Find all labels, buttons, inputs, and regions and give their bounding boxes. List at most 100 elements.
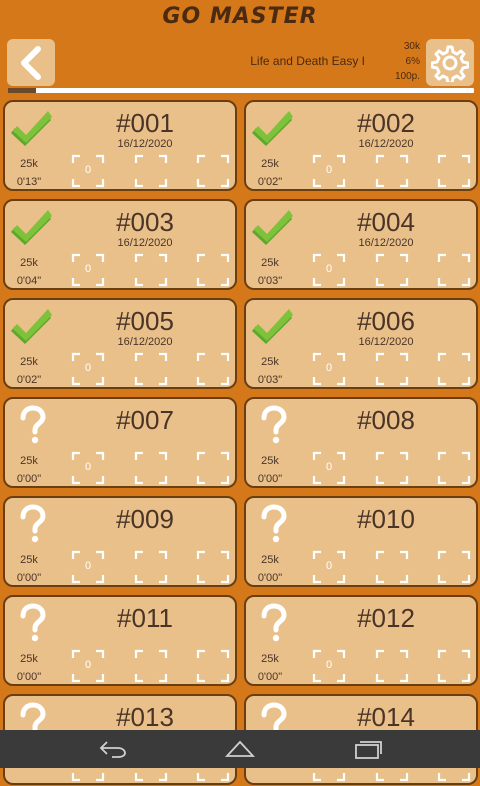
puzzle-card[interactable]: #002 16/12/2020 25k 0'02" 0 [244, 100, 478, 191]
answer-slot: 0 [71, 253, 105, 287]
slot-frame-icon [134, 649, 168, 683]
settings-button[interactable] [426, 39, 474, 86]
puzzle-rank: 25k [20, 455, 38, 467]
stat-rank: 30k [403, 41, 420, 52]
answer-slot [196, 352, 230, 386]
puzzle-rank: 25k [261, 356, 279, 368]
answer-slot: 0 [312, 649, 346, 683]
checkmark-icon [11, 207, 53, 247]
answer-slot [375, 253, 409, 287]
answer-slot [375, 154, 409, 188]
answer-slot: 0 [312, 451, 346, 485]
solve-time: 0'00" [16, 473, 42, 485]
slot-frame-icon [134, 154, 168, 188]
puzzle-number: #001 [116, 108, 174, 138]
slot-frame-icon [134, 352, 168, 386]
answer-slot: 0 [71, 550, 105, 584]
nav-recents-icon[interactable] [353, 738, 383, 760]
puzzle-card[interactable]: #003 16/12/2020 25k 0'04" 0 [3, 199, 237, 290]
slot-frame-icon [375, 154, 409, 188]
puzzle-card[interactable]: #004 16/12/2020 25k 0'03" 0 [244, 199, 478, 290]
puzzle-rank: 25k [20, 257, 38, 269]
answer-slot [375, 649, 409, 683]
answer-slot [196, 154, 230, 188]
puzzle-number: #002 [357, 108, 415, 138]
question-mark-icon [252, 504, 294, 544]
solve-time: 0'13" [16, 176, 42, 188]
puzzle-rank: 25k [261, 455, 279, 467]
answer-slot [196, 649, 230, 683]
nav-home-icon[interactable] [225, 738, 255, 760]
attempt-count: 0 [84, 263, 92, 275]
answer-slot: 0 [312, 154, 346, 188]
level-stats: 30k 6% 100p. [395, 39, 420, 84]
answer-slot: 0 [71, 154, 105, 188]
solve-time: 0'00" [257, 671, 283, 683]
puzzle-card[interactable]: #012 25k 0'00" 0 [244, 595, 478, 686]
slot-frame-icon [437, 253, 471, 287]
question-mark-icon [252, 405, 294, 445]
solved-date: 16/12/2020 [358, 237, 414, 249]
question-mark-icon [252, 603, 294, 643]
slot-frame-icon [375, 649, 409, 683]
puzzle-number: #005 [116, 306, 174, 336]
puzzle-rank: 25k [261, 653, 279, 665]
answer-slot [196, 550, 230, 584]
puzzle-number: #012 [357, 603, 415, 633]
puzzle-card[interactable]: #011 25k 0'00" 0 [3, 595, 237, 686]
attempt-count: 0 [84, 362, 92, 374]
checkmark-icon [252, 306, 294, 346]
back-button[interactable] [7, 39, 55, 86]
solved-date: 16/12/2020 [117, 138, 173, 150]
puzzle-card[interactable]: #008 25k 0'00" 0 [244, 397, 478, 488]
puzzle-card[interactable]: #005 16/12/2020 25k 0'02" 0 [3, 298, 237, 389]
answer-slot [134, 352, 168, 386]
attempt-count: 0 [84, 560, 92, 572]
answer-slot [196, 253, 230, 287]
answer-slot [375, 352, 409, 386]
level-name: Life and Death Easy I [250, 54, 365, 68]
answer-slot [437, 154, 471, 188]
solve-time: 0'00" [16, 572, 42, 584]
slot-frame-icon [437, 154, 471, 188]
solved-date: 16/12/2020 [358, 336, 414, 348]
gear-icon [431, 45, 469, 82]
answer-slot: 0 [312, 253, 346, 287]
puzzle-card[interactable]: #007 25k 0'00" 0 [3, 397, 237, 488]
slot-frame-icon [437, 550, 471, 584]
answer-slot: 0 [312, 352, 346, 386]
puzzle-card[interactable]: #009 25k 0'00" 0 [3, 496, 237, 587]
answer-slot [196, 451, 230, 485]
answer-slot: 0 [71, 352, 105, 386]
attempt-count: 0 [325, 263, 333, 275]
puzzle-rank: 25k [20, 158, 38, 170]
slot-frame-icon [437, 649, 471, 683]
system-navbar [0, 730, 480, 768]
puzzle-number: #009 [116, 504, 174, 534]
slot-frame-icon [375, 352, 409, 386]
attempt-count: 0 [84, 659, 92, 671]
answer-slot: 0 [71, 451, 105, 485]
solve-time: 0'00" [16, 671, 42, 683]
puzzle-card[interactable]: #001 16/12/2020 25k 0'13" 0 [3, 100, 237, 191]
question-mark-icon [11, 504, 53, 544]
puzzle-number: #003 [116, 207, 174, 237]
solve-time: 0'03" [257, 275, 283, 287]
puzzle-rank: 25k [261, 554, 279, 566]
puzzle-rank: 25k [20, 554, 38, 566]
solve-time: 0'02" [16, 374, 42, 386]
nav-back-icon[interactable] [98, 738, 128, 760]
checkmark-icon [11, 306, 53, 346]
answer-slot [375, 550, 409, 584]
slot-frame-icon [375, 550, 409, 584]
slot-frame-icon [196, 649, 230, 683]
puzzle-card[interactable]: #010 25k 0'00" 0 [244, 496, 478, 587]
answer-slot [437, 451, 471, 485]
puzzle-rank: 25k [20, 356, 38, 368]
attempt-count: 0 [325, 461, 333, 473]
slot-frame-icon [375, 451, 409, 485]
puzzle-card[interactable]: #006 16/12/2020 25k 0'03" 0 [244, 298, 478, 389]
puzzle-number: #013 [116, 702, 174, 732]
slot-frame-icon [196, 253, 230, 287]
answer-slot: 0 [71, 649, 105, 683]
